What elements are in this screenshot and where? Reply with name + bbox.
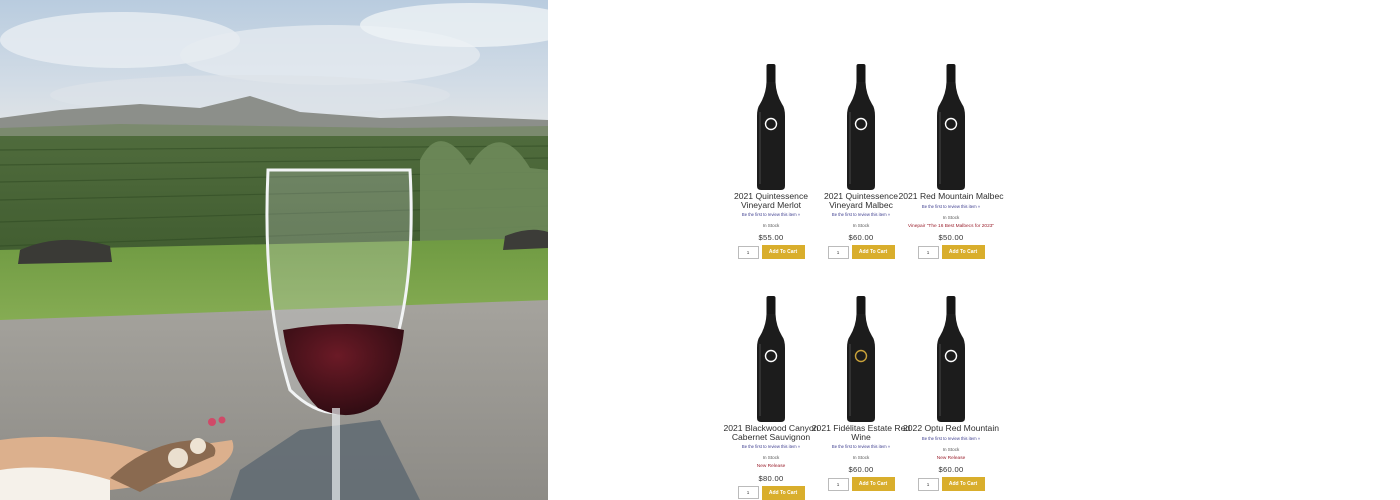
wine-bottle-image[interactable] — [844, 64, 878, 190]
wine-bottle-image[interactable] — [844, 296, 878, 422]
product-card-9: 2022 Optu Red Mountain Be the first to r… — [896, 296, 1006, 491]
stock-status: In Stock — [942, 214, 960, 220]
product-note: Vinepair "The 16 Best Malbecs for 2023" — [907, 223, 995, 229]
vineyard-photo — [0, 0, 548, 500]
quantity-input[interactable] — [917, 477, 939, 491]
quantity-input[interactable] — [827, 477, 849, 491]
product-note: New Release — [936, 455, 966, 461]
quantity-input[interactable] — [737, 486, 759, 500]
wine-bottle-image[interactable] — [754, 296, 788, 422]
add-to-cart-button[interactable]: Add To Cart — [851, 245, 895, 260]
quantity-input[interactable] — [827, 245, 849, 259]
add-to-cart-button[interactable]: Add To Cart — [761, 485, 805, 500]
wine-bottle-image[interactable] — [934, 296, 968, 422]
review-link[interactable]: Be the first to review this item » — [896, 204, 1006, 210]
product-price: $60.00 — [938, 465, 964, 474]
add-to-cart-button[interactable]: Add To Cart — [761, 245, 805, 260]
product-price: $50.00 — [938, 233, 964, 242]
review-link[interactable]: Be the first to review this item » — [896, 436, 1006, 442]
quantity-input[interactable] — [737, 245, 759, 259]
wine-bottle-image[interactable] — [934, 64, 968, 190]
quantity-input[interactable] — [917, 245, 939, 259]
product-card-6: 2021 Red Mountain Malbec Be the first to… — [896, 64, 1006, 259]
stock-status: In Stock — [942, 446, 960, 452]
add-to-cart-button[interactable]: Add To Cart — [851, 477, 895, 492]
add-to-cart-row: Add To Cart — [896, 245, 1006, 259]
add-to-cart-button[interactable]: Add To Cart — [941, 245, 985, 259]
product-name[interactable]: 2022 Optu Red Mountain — [896, 424, 1006, 433]
product-grid: Be the first to review this item » In St… — [548, 0, 1400, 500]
wine-bottle-image[interactable] — [754, 64, 788, 190]
add-to-cart-row: Add To Cart — [896, 477, 1006, 491]
product-name[interactable]: 2021 Red Mountain Malbec — [896, 192, 1006, 201]
hero-photo — [0, 0, 548, 500]
add-to-cart-button[interactable]: Add To Cart — [941, 477, 985, 491]
